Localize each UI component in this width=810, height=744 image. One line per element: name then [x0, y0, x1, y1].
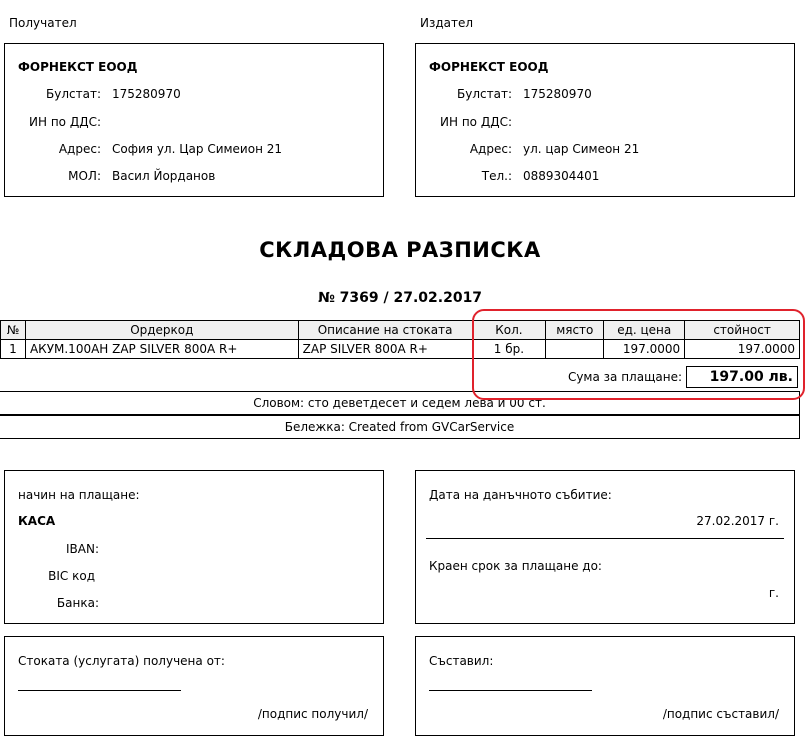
cell-number: 1 — [0, 339, 26, 359]
sum-label: Сума за плащане: — [567, 370, 682, 384]
recipient-address-label: Адрес: — [58, 142, 101, 156]
received-sign-caption: /подпис получил/ — [257, 707, 368, 721]
bic-label: BIC код — [48, 569, 95, 583]
recipient-mol-label: МОЛ: — [68, 169, 101, 183]
composed-box: Съставил: /подпис съставил/ — [415, 636, 795, 736]
bank-label: Банка: — [56, 596, 99, 610]
issuer-bulstat: 175280970 — [523, 87, 592, 101]
recipient-address: София ул. Цар Симеион 21 — [112, 142, 282, 156]
table-row: 1 АКУМ.100АН ZAP SILVER 800A R+ ZAP SILV… — [0, 339, 800, 359]
iban-label: IBAN: — [66, 542, 99, 556]
payment-method: КАСА — [18, 514, 56, 528]
tax-event-box: Дата на данъчното събитие: 27.02.2017 г.… — [415, 470, 795, 624]
col-header-quantity: Кол. — [471, 320, 547, 340]
col-header-ordercode: Ордеркод — [24, 320, 299, 340]
issuer-box: ФОРНЕКСТ ЕООД Булстат: 175280970 ИН по Д… — [415, 43, 795, 197]
document-title: СКЛАДОВА РАЗПИСКА — [259, 238, 541, 262]
payment-deadline-label: Краен срок за плащане до: — [429, 559, 602, 573]
recipient-name: ФОРНЕКСТ ЕООД — [18, 60, 138, 74]
composed-signature-line — [429, 690, 592, 691]
recipient-bulstat: 175280970 — [112, 87, 181, 101]
recipient-mol: Васил Йорданов — [112, 169, 216, 183]
col-header-description: Описание на стоката — [297, 320, 473, 340]
composed-sign-caption: /подпис съставил/ — [662, 707, 779, 721]
issuer-vat-label: ИН по ДДС: — [440, 115, 512, 129]
col-header-value: стойност — [684, 320, 800, 340]
recipient-bulstat-label: Булстат: — [46, 87, 101, 101]
issuer-heading: Издател — [420, 16, 474, 30]
payment-method-label: начин на плащане: — [18, 488, 140, 502]
issuer-phone: 0889304401 — [523, 169, 600, 183]
note-line: Бележка: Created from GVCarService — [0, 415, 800, 439]
tax-event-date: 27.02.2017 г. — [696, 514, 779, 528]
issuer-name: ФОРНЕКСТ ЕООД — [429, 60, 549, 74]
tax-event-divider — [426, 538, 784, 539]
recipient-heading: Получател — [9, 16, 77, 30]
issuer-address-label: Адрес: — [469, 142, 512, 156]
received-label: Стоката (услугата) получена от: — [18, 654, 225, 668]
cell-quantity: 1 бр. — [471, 339, 547, 359]
col-header-number: № — [0, 320, 26, 340]
cell-place — [545, 339, 605, 359]
recipient-box: ФОРНЕКСТ ЕООД Булстат: 175280970 ИН по Д… — [4, 43, 384, 197]
cell-ordercode: АКУМ.100АН ZAP SILVER 800A R+ — [24, 339, 299, 359]
sum-row: Сума за плащане: 197.00 лв. — [472, 366, 800, 390]
table-header-row: № Ордеркод Описание на стоката Кол. мяст… — [0, 320, 800, 340]
issuer-address: ул. цар Симеон 21 — [523, 142, 640, 156]
payment-deadline: г. — [768, 586, 779, 600]
items-table: № Ордеркод Описание на стоката Кол. мяст… — [0, 320, 800, 359]
composed-label: Съставил: — [429, 654, 494, 668]
sum-value: 197.00 лв. — [686, 366, 798, 388]
tax-event-date-label: Дата на данъчното събитие: — [429, 488, 612, 502]
received-box: Стоката (услугата) получена от: /подпис … — [4, 636, 384, 736]
cell-description: ZAP SILVER 800A R+ — [297, 339, 473, 359]
document-number: № 7369 / 27.02.2017 — [317, 290, 483, 306]
amount-in-words: Словом: сто деветдесет и седем лева и 00… — [0, 391, 800, 415]
cell-unit-price: 197.0000 — [603, 339, 686, 359]
cell-value: 197.0000 — [684, 339, 800, 359]
recipient-vat-label: ИН по ДДС: — [29, 115, 101, 129]
issuer-bulstat-label: Булстат: — [457, 87, 512, 101]
payment-box: начин на плащане: КАСА IBAN: BIC код Бан… — [4, 470, 384, 624]
received-signature-line — [18, 690, 181, 691]
col-header-place: място — [545, 320, 605, 340]
col-header-unit-price: ед. цена — [603, 320, 686, 340]
issuer-phone-label: Тел.: — [481, 169, 512, 183]
